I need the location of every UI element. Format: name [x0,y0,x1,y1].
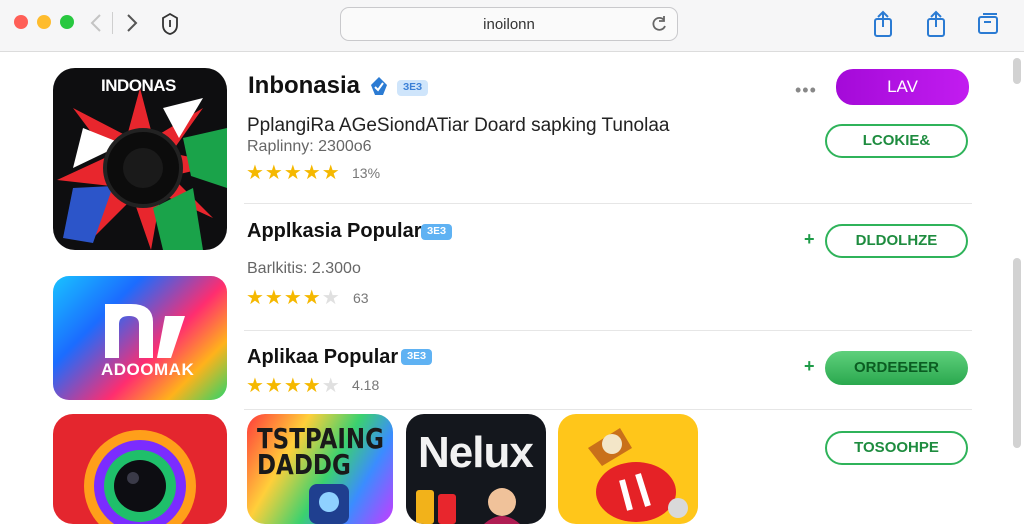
secondary-button[interactable]: LCOKIE& [825,124,968,158]
app-title[interactable]: Applkasia Popular [247,220,422,243]
app-title[interactable]: Inbonasia [248,72,360,100]
forward-icon[interactable] [122,12,142,34]
app-meta: Raplinny: 2300o6 [247,138,372,155]
download-button[interactable]: DLDOLHZE [825,224,968,258]
rating-stars: ★★★★★ [246,287,341,309]
back-icon[interactable] [86,12,106,34]
food-app-icon[interactable] [558,414,698,524]
camera-app-icon[interactable] [53,414,227,524]
add-icon[interactable]: + [804,229,815,250]
video-app-icon[interactable]: Nelux [406,414,546,524]
app-meta: Barlkitis: 2.300o [247,260,361,277]
tabs-icon[interactable] [976,12,1000,36]
age-badge: ЗЕЗ [397,80,429,96]
game-app-icon[interactable]: TSTPAING DADDG [247,414,393,524]
zoom-window-button[interactable] [60,15,74,29]
share-icon[interactable] [872,10,894,38]
app-subtitle: PplangiRa AGeSiondATiar Doard sapking Tu… [247,115,670,136]
reload-icon[interactable] [649,14,669,34]
app-title[interactable]: Aplikaa Popular [247,346,398,369]
get-button[interactable]: LAV [836,69,969,105]
toolbar-divider [112,12,113,34]
app-icon-label: ADOOMAK [101,360,195,379]
divider [244,203,972,204]
app-icon[interactable]: ADOOMAK [53,276,227,400]
scrollbar-thumb[interactable] [1013,258,1021,448]
rating-stars: ★★★★★ [246,375,341,397]
rating-score: 63 [353,290,369,306]
minimize-window-button[interactable] [37,15,51,29]
add-icon[interactable]: + [804,356,815,377]
scrollbar-thumb[interactable] [1013,58,1021,84]
install-button[interactable]: TOSOOHPE [825,431,968,465]
address-bar[interactable]: inoilonn [340,7,678,41]
half-star-icon: ★ [321,287,341,309]
share-icon[interactable] [925,10,947,38]
rating-stars: ★★★★★ [246,162,341,184]
app-icon-label: INDONAS [101,76,176,95]
divider [244,409,972,410]
age-badge: ЗЕЗ [421,224,453,240]
order-button[interactable]: ORDEБEER [825,351,968,385]
app-icon[interactable]: INDONAS [53,68,227,250]
browser-toolbar: inoilonn [0,0,1024,52]
divider [244,330,972,331]
shield-icon[interactable] [158,10,182,38]
rating-score: 4.18 [352,377,380,393]
close-window-button[interactable] [14,15,28,29]
rating-score: 13% [352,165,381,181]
verified-icon [369,76,389,96]
url-text: inoilonn [483,16,535,33]
more-options-icon[interactable]: ••• [795,80,817,101]
age-badge: ЗЕЗ [401,349,433,365]
empty-star-icon: ★ [321,375,341,397]
